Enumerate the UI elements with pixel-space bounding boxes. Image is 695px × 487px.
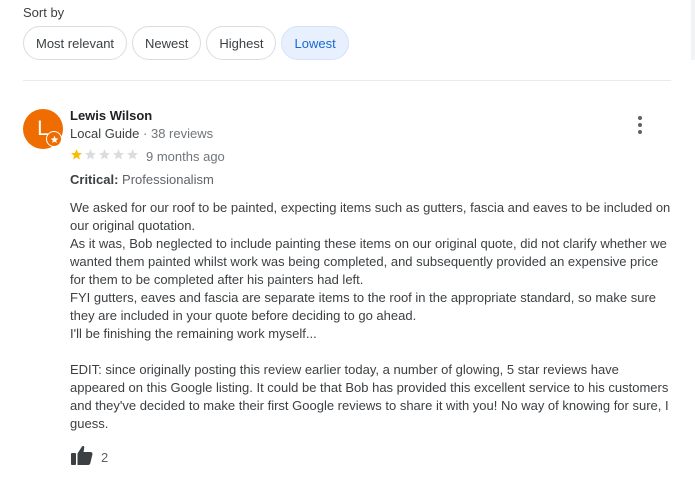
sort-chip-highest[interactable]: Highest (206, 26, 277, 60)
star-empty-icon (99, 149, 110, 160)
scrollbar[interactable] (691, 0, 695, 60)
star-empty-icon (113, 149, 124, 160)
meta-separator: · (143, 126, 151, 141)
sort-chip-lowest[interactable]: Lowest (281, 26, 349, 60)
local-guide-star-icon (46, 131, 62, 147)
like-count: 2 (101, 450, 109, 465)
critical-value: Professionalism (122, 172, 214, 187)
star-empty-icon (127, 149, 138, 160)
review-time: 9 months ago (146, 149, 225, 164)
sort-label: Sort by (23, 5, 65, 20)
star-filled-icon (71, 149, 82, 160)
sort-chip-most-relevant[interactable]: Most relevant (23, 26, 128, 60)
reviewer-meta: Local Guide · 38 reviews (70, 126, 213, 141)
like-button[interactable]: 2 (70, 444, 108, 471)
critical-label: Critical: (70, 172, 119, 187)
star-empty-icon (85, 149, 96, 160)
star-rating (70, 148, 140, 161)
divider (23, 80, 671, 81)
reviewer-name[interactable]: Lewis Wilson (70, 108, 152, 123)
critical-attribute: Critical: Professionalism (70, 172, 214, 187)
review-count: 38 reviews (150, 126, 214, 141)
more-vert-icon[interactable] (630, 114, 650, 136)
sort-chip-newest[interactable]: Newest (132, 26, 202, 60)
sort-chips: Most relevant Newest Highest Lowest (23, 26, 354, 60)
thumb-up-icon (70, 444, 94, 471)
local-guide-label: Local Guide (70, 126, 140, 141)
review-text: We asked for our roof to be painted, exp… (70, 200, 671, 431)
